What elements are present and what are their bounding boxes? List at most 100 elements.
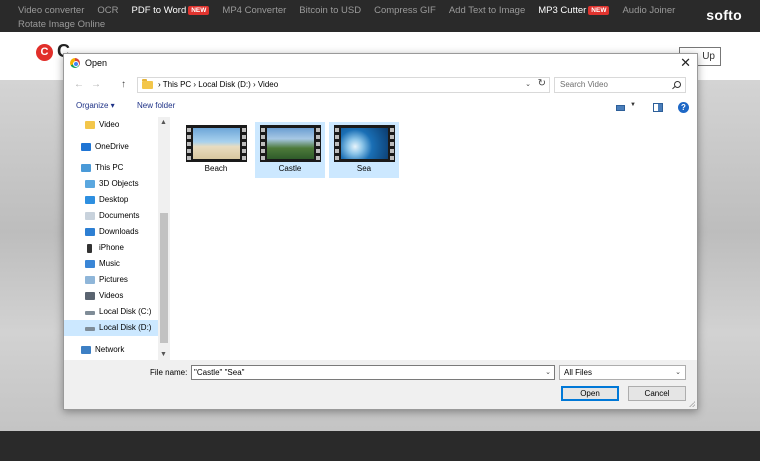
- sidebar-item-onedrive[interactable]: OneDrive: [64, 139, 158, 155]
- nav-link[interactable]: Add Text to Image: [449, 5, 525, 16]
- nav-link-label: Bitcoin to USD: [299, 5, 362, 16]
- back-arrow-icon[interactable]: ←: [74, 79, 84, 90]
- sidebar-item-local-disk-d[interactable]: Local Disk (D:): [64, 320, 158, 336]
- scroll-up-icon[interactable]: ▲: [160, 119, 167, 126]
- thumbnail-image: [341, 128, 388, 159]
- site-logo-icon[interactable]: C: [36, 44, 53, 61]
- pictures-icon: [85, 276, 95, 284]
- drive-icon: [85, 311, 95, 315]
- sidebar-item-this-pc[interactable]: This PC: [64, 160, 158, 176]
- nav-link-rotate-image[interactable]: Rotate Image Online: [18, 19, 105, 30]
- file-item-beach[interactable]: Beach: [181, 122, 251, 178]
- sidebar-item-label: OneDrive: [95, 142, 129, 151]
- file-name-input[interactable]: "Castle" "Sea" ⌄: [191, 365, 555, 380]
- resize-grip-icon[interactable]: [689, 401, 695, 407]
- help-icon[interactable]: ?: [678, 102, 689, 113]
- chevron-down-icon[interactable]: ⌄: [525, 78, 531, 92]
- address-bar[interactable]: › This PC › Local Disk (D:) › Video ⌄ ↻: [137, 77, 550, 93]
- sidebar-item-label: Downloads: [99, 227, 139, 236]
- nav-link[interactable]: MP4 Converter: [222, 5, 286, 16]
- nav-link-label: Compress GIF: [374, 5, 436, 16]
- chevron-down-icon[interactable]: ⌄: [675, 366, 681, 379]
- file-type-select[interactable]: All Files ⌄: [559, 365, 686, 380]
- navigation-pane: ▲ ▼ Video OneDrive This PC 3D Objects Deskto…: [64, 117, 170, 360]
- view-options-icon[interactable]: [616, 105, 625, 111]
- file-name-text: Beach: [204, 164, 228, 173]
- sidebar-item-documents[interactable]: Documents: [64, 208, 158, 224]
- sidebar-item-label: Local Disk (D:): [99, 323, 152, 332]
- video-file-icon: [186, 125, 247, 162]
- file-name-text: Castle: [278, 164, 302, 173]
- new-badge: NEW: [588, 6, 610, 15]
- file-name-label: File name:: [150, 368, 188, 377]
- sidebar-item-downloads[interactable]: Downloads: [64, 224, 158, 240]
- sidebar-item-music[interactable]: Music: [64, 256, 158, 272]
- sidebar-item-videos[interactable]: Videos: [64, 288, 158, 304]
- dialog-toolbar: Organize ▾ New folder ▼ ?: [64, 98, 697, 116]
- new-folder-button[interactable]: New folder: [137, 101, 175, 110]
- video-file-icon: [260, 125, 321, 162]
- refresh-icon[interactable]: ↻: [538, 77, 546, 91]
- sidebar-item-desktop[interactable]: Desktop: [64, 192, 158, 208]
- folder-icon: [142, 79, 153, 89]
- organize-button[interactable]: Organize ▾: [76, 101, 115, 110]
- sidebar-item-label: Network: [95, 345, 125, 354]
- file-name-value[interactable]: "Castle" "Sea": [194, 368, 245, 377]
- drive-icon: [85, 327, 95, 331]
- scroll-down-icon[interactable]: ▼: [160, 351, 167, 358]
- dialog-bottom-panel: File name: "Castle" "Sea" ⌄ All Files ⌄ …: [64, 360, 697, 409]
- chevron-down-icon[interactable]: ⌄: [545, 366, 551, 379]
- nav-link[interactable]: Audio Joiner: [622, 5, 675, 16]
- desktop-icon: [85, 196, 95, 204]
- sidebar-item-label: Video: [99, 120, 120, 129]
- preview-pane-icon[interactable]: [653, 103, 663, 112]
- video-file-icon: [334, 125, 395, 162]
- search-input[interactable]: Search Video: [554, 77, 686, 93]
- view-dropdown-icon[interactable]: ▼: [630, 102, 636, 108]
- site-footer: [0, 431, 760, 461]
- sidebar-item-video[interactable]: Video: [64, 117, 158, 133]
- search-icon[interactable]: [674, 81, 681, 88]
- sidebar-item-label: Desktop: [99, 195, 129, 204]
- forward-arrow-icon[interactable]: →: [91, 79, 101, 90]
- file-item-sea[interactable]: Sea: [329, 122, 399, 178]
- sidebar-item-label: Videos: [99, 291, 124, 300]
- nav-link[interactable]: MP3 Cutter NEW: [538, 5, 610, 16]
- sidebar-item-iphone[interactable]: iPhone: [64, 240, 158, 256]
- sidebar-item-label: Pictures: [99, 275, 128, 284]
- sidebar-item-label: iPhone: [99, 243, 124, 252]
- address-path[interactable]: › This PC › Local Disk (D:) › Video: [158, 78, 278, 92]
- thumbnail-image: [267, 128, 314, 159]
- close-icon[interactable]: ✕: [680, 55, 691, 71]
- nav-link[interactable]: PDF to Word NEW: [132, 5, 210, 16]
- nav-link[interactable]: Bitcoin to USD: [299, 5, 361, 16]
- nav-link[interactable]: OCR: [97, 5, 118, 16]
- cancel-button[interactable]: Cancel: [628, 386, 686, 401]
- nav-link-label: PDF to Word: [131, 5, 187, 16]
- file-item-castle[interactable]: Castle: [255, 122, 325, 178]
- sidebar-item-network[interactable]: Network: [64, 342, 158, 358]
- nav-link-label: Video converter: [18, 5, 85, 16]
- chrome-icon: [70, 58, 80, 68]
- sidebar-item-label: This PC: [95, 163, 124, 172]
- site-nav-row1: Video converter OCR PDF to Word NEW MP4 Conv…: [18, 5, 688, 16]
- nav-link[interactable]: Compress GIF: [374, 5, 436, 16]
- scroll-thumb[interactable]: [160, 213, 168, 343]
- nav-link[interactable]: Video converter: [18, 5, 84, 16]
- iphone-icon: [87, 244, 92, 253]
- sidebar-item-pictures[interactable]: Pictures: [64, 272, 158, 288]
- sidebar-item-local-disk-c[interactable]: Local Disk (C:): [64, 304, 158, 320]
- downloads-icon: [85, 228, 95, 236]
- up-arrow-icon[interactable]: ↑: [121, 79, 126, 90]
- nav-link-label: OCR: [97, 5, 119, 16]
- file-type-value: All Files: [564, 368, 593, 377]
- music-icon: [85, 260, 95, 268]
- folder-icon: [85, 121, 95, 129]
- sidebar-item-label: Music: [99, 259, 120, 268]
- open-button[interactable]: Open: [561, 386, 619, 401]
- sidebar-scrollbar[interactable]: ▲ ▼: [158, 117, 170, 360]
- nav-link-label: MP3 Cutter: [538, 5, 587, 16]
- sidebar-item-label: Documents: [99, 211, 140, 220]
- brand-logo[interactable]: softo: [706, 7, 742, 23]
- sidebar-item-3d-objects[interactable]: 3D Objects: [64, 176, 158, 192]
